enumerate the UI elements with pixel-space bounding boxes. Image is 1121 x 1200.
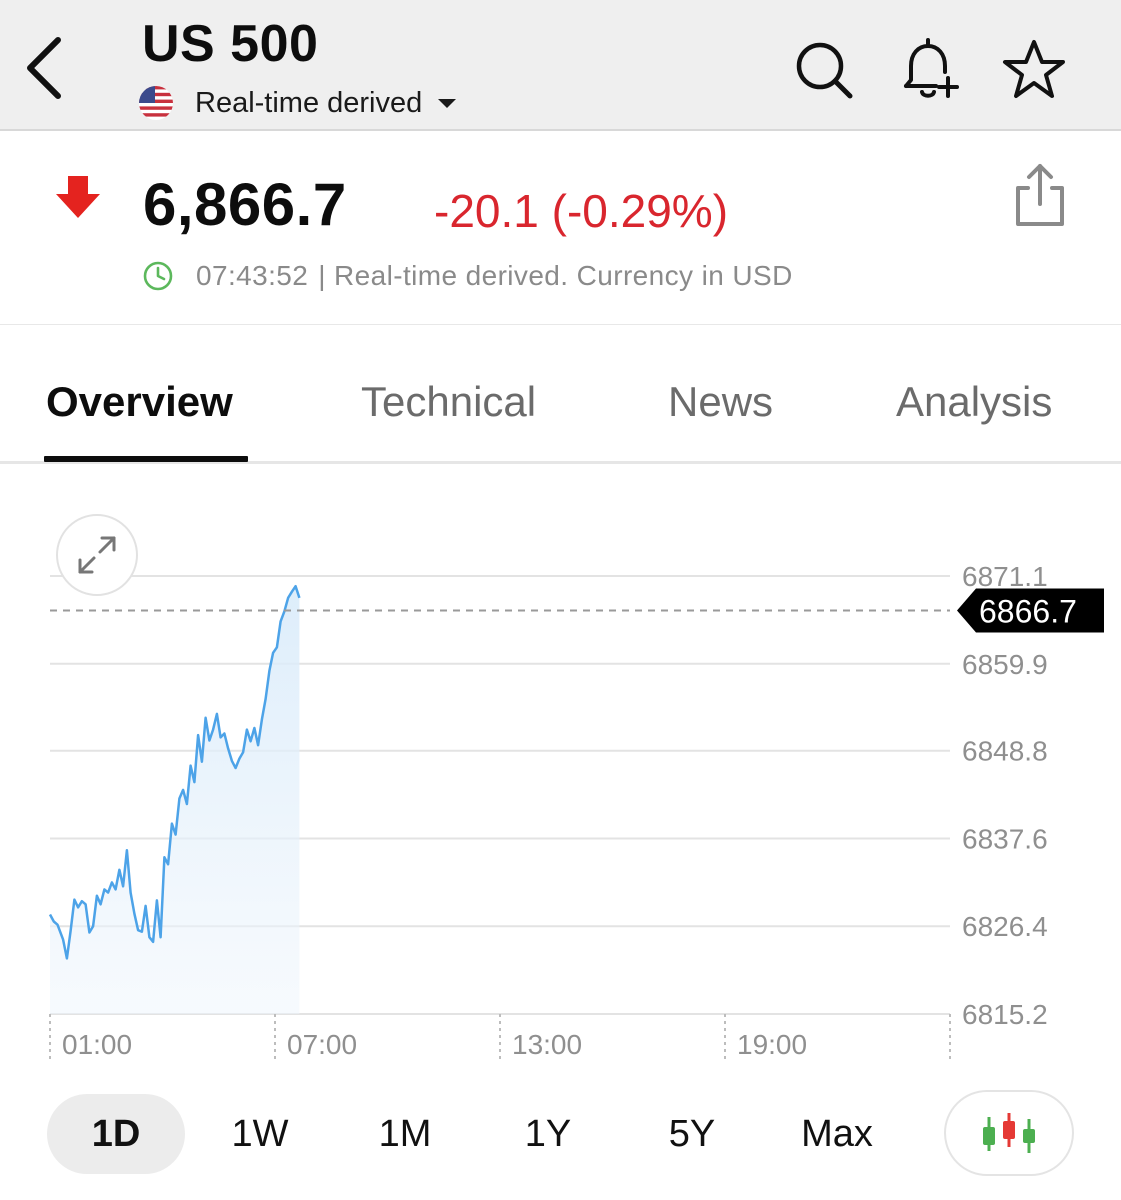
bell-plus-icon bbox=[904, 38, 959, 98]
y-tick-label: 6859.9 bbox=[962, 649, 1048, 680]
range-1m[interactable]: 1M bbox=[350, 1094, 460, 1174]
range-1y[interactable]: 1Y bbox=[493, 1094, 603, 1174]
data-source-label: Real-time derived bbox=[195, 86, 423, 119]
data-source-selector[interactable]: Real-time derived bbox=[139, 84, 457, 122]
range-5y[interactable]: 5Y bbox=[637, 1094, 747, 1174]
watchlist-button[interactable] bbox=[1000, 36, 1068, 104]
quote-time: 07:43:52 bbox=[196, 260, 309, 291]
chart-type-toggle[interactable] bbox=[944, 1090, 1074, 1176]
instrument-title: US 500 bbox=[142, 15, 319, 73]
x-tick-label: 19:00 bbox=[737, 1029, 807, 1060]
tab-overview[interactable]: Overview bbox=[46, 378, 233, 426]
share-button[interactable] bbox=[1008, 160, 1072, 232]
x-tick-label: 01:00 bbox=[62, 1029, 132, 1060]
x-tick-label: 13:00 bbox=[512, 1029, 582, 1060]
x-tick-label: 07:00 bbox=[287, 1029, 357, 1060]
us-flag-icon bbox=[139, 86, 173, 120]
last-price: 6,866.7 bbox=[143, 171, 347, 238]
search-button[interactable] bbox=[790, 36, 858, 104]
y-tick-label: 6826.4 bbox=[962, 911, 1048, 942]
y-tick-label: 6871.1 bbox=[962, 561, 1048, 592]
range-1w[interactable]: 1W bbox=[205, 1094, 315, 1174]
quote-timestamp-row: 07:43:52 | Real-time derived. Currency i… bbox=[142, 258, 793, 294]
range-max[interactable]: Max bbox=[780, 1094, 894, 1174]
y-tick-label: 6815.2 bbox=[962, 999, 1048, 1030]
star-icon bbox=[1003, 40, 1065, 98]
clock-icon bbox=[143, 261, 173, 291]
active-tab-indicator bbox=[44, 456, 248, 462]
current-price-label: 6866.7 bbox=[979, 593, 1077, 629]
expand-chart-button[interactable] bbox=[56, 514, 138, 596]
app-header: US 500 Real-time derived bbox=[0, 0, 1121, 131]
y-tick-label: 6848.8 bbox=[962, 736, 1048, 767]
divider bbox=[0, 324, 1121, 325]
y-tick-label: 6837.6 bbox=[962, 823, 1048, 854]
add-alert-button[interactable] bbox=[896, 36, 964, 104]
time-range-selector: 1D 1W 1M 1Y 5Y Max bbox=[0, 1090, 1121, 1180]
tab-bar: Overview Technical News Analysis bbox=[0, 360, 1121, 464]
price-chart[interactable]: 6871.1 6859.9 6848.8 6837.6 6826.4 6815.2 01:0… bbox=[0, 480, 1121, 1080]
search-icon bbox=[796, 42, 853, 99]
back-button[interactable] bbox=[18, 34, 78, 102]
price-area-fill bbox=[50, 586, 300, 1014]
tab-news[interactable]: News bbox=[668, 378, 773, 426]
price-down-arrow-icon bbox=[56, 176, 100, 218]
candlestick-icon bbox=[983, 1113, 1035, 1153]
back-chevron-icon bbox=[27, 37, 61, 99]
price-change: -20.1 (-0.29%) bbox=[434, 185, 729, 237]
tab-analysis[interactable]: Analysis bbox=[896, 378, 1052, 426]
quote-note: | Real-time derived. Currency in USD bbox=[318, 260, 793, 291]
expand-arrows-icon bbox=[78, 536, 116, 574]
caret-down-icon bbox=[438, 98, 457, 108]
tab-technical[interactable]: Technical bbox=[361, 378, 536, 426]
share-icon bbox=[1016, 164, 1064, 226]
range-1d[interactable]: 1D bbox=[47, 1094, 185, 1174]
